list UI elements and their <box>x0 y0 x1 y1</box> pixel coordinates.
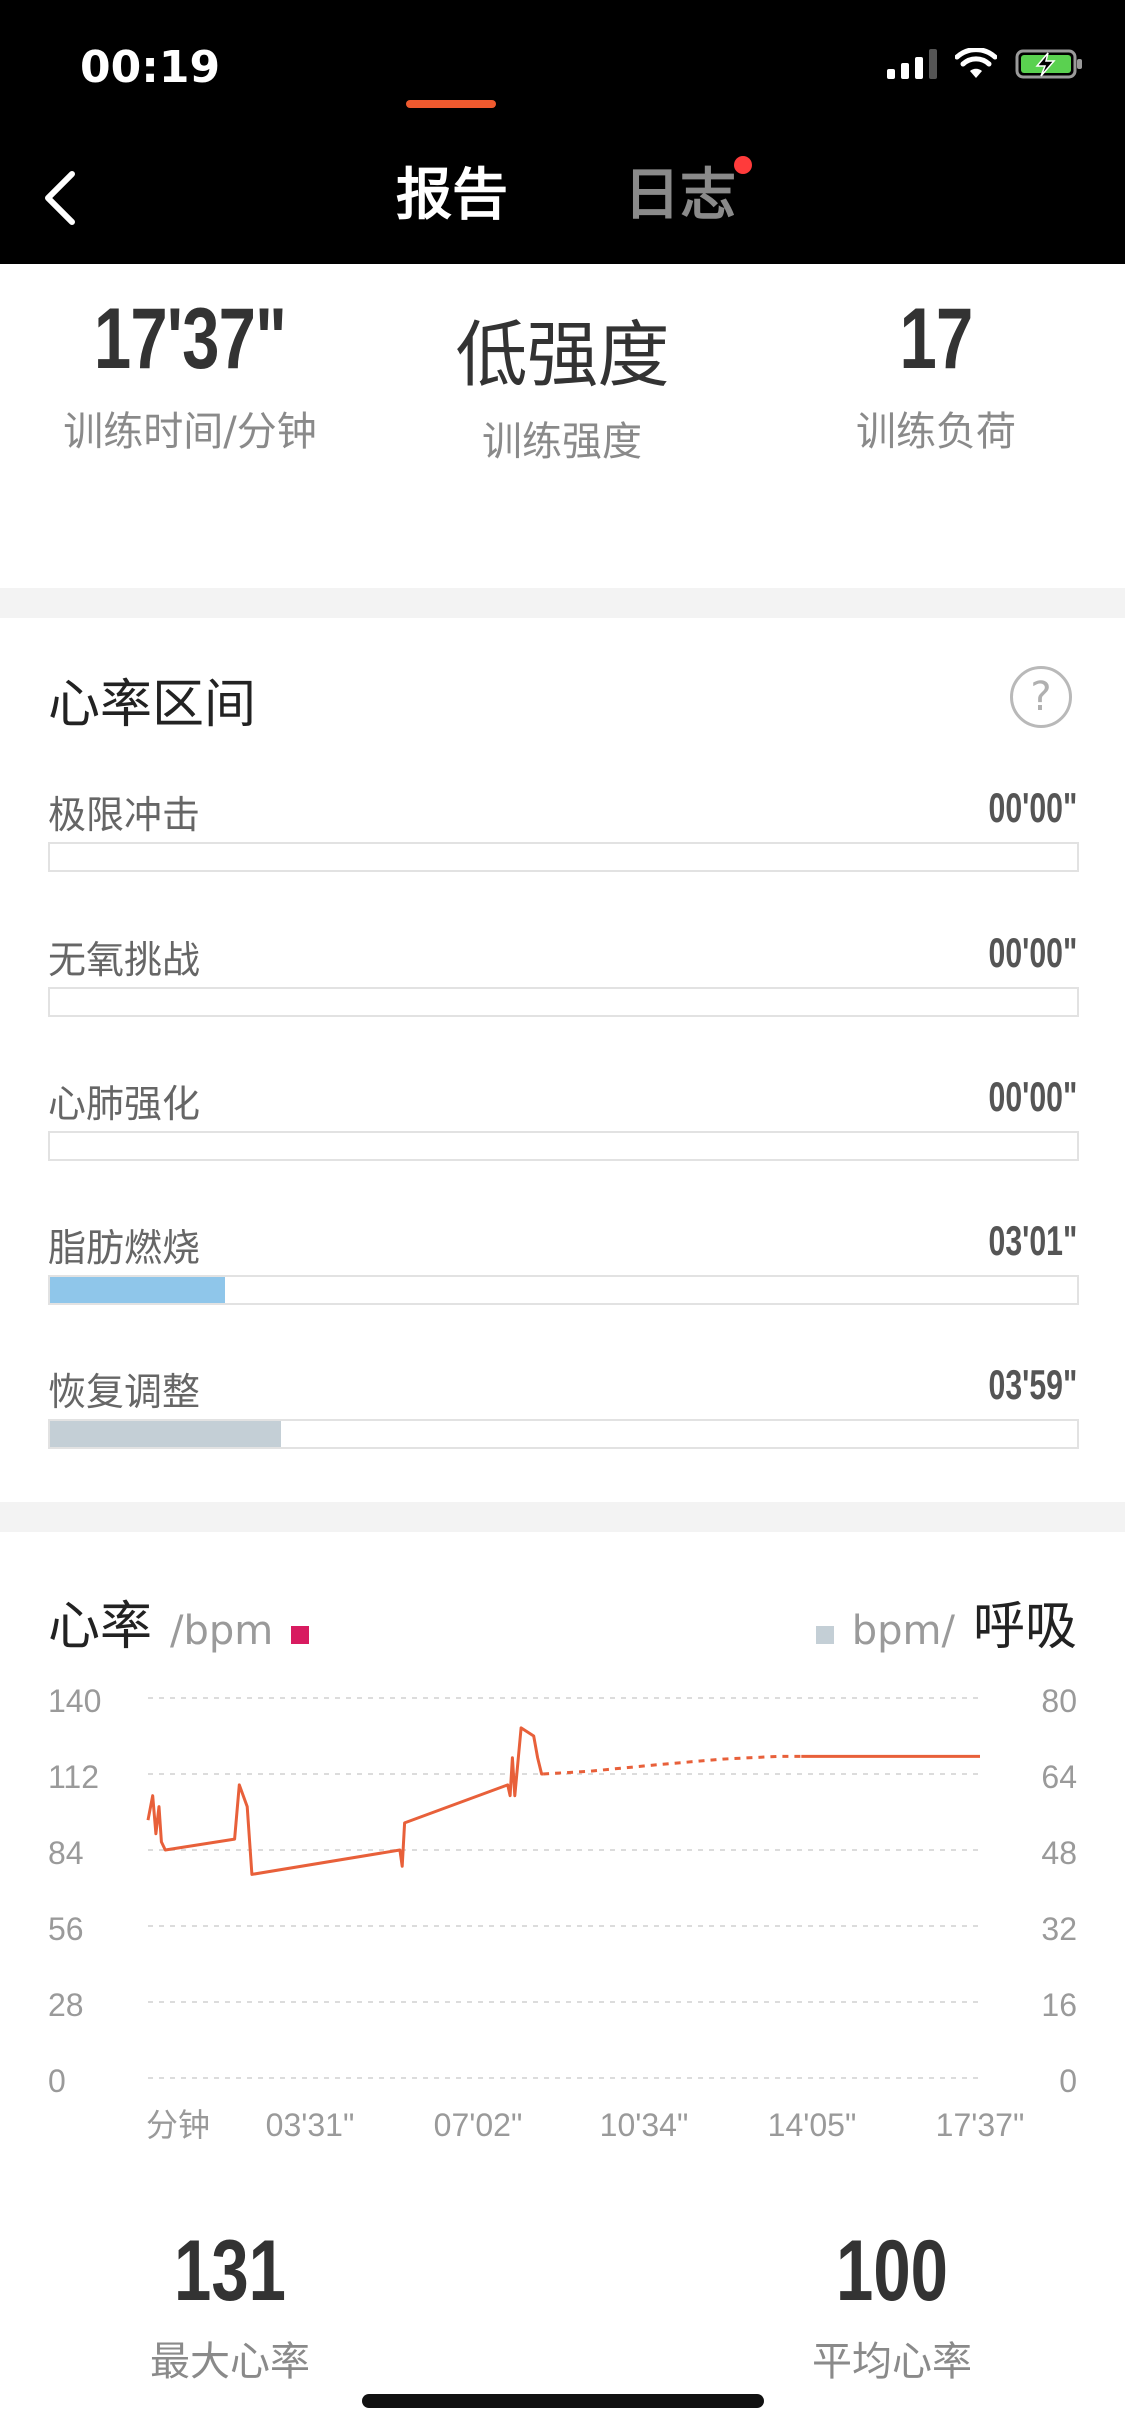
y-left-tick-label: 140 <box>48 1683 101 1719</box>
zone-bar-fill <box>50 1277 225 1303</box>
zone-bar-track <box>48 1275 1079 1305</box>
section-divider <box>0 588 1125 618</box>
zone-duration: 03'59" <box>988 1361 1077 1408</box>
chart-left-title: 心率 <box>48 1597 153 1657</box>
help-icon[interactable]: ? <box>1010 666 1072 728</box>
chart-left-unit: /bpm <box>170 1608 274 1654</box>
y-left-tick-label: 56 <box>48 1911 84 1947</box>
stat-intensity-value: 低强度 <box>455 316 669 396</box>
stat-avg-hr: 100 平均心率 <box>722 2222 1062 2387</box>
y-right-tick-label: 16 <box>1041 1987 1077 2023</box>
x-tick-label: 17'37" <box>936 2107 1025 2143</box>
legend-heart-rate-swatch <box>291 1626 310 1644</box>
chart-right-unit: bpm/ <box>851 1608 955 1654</box>
battery-charging-icon <box>1015 48 1085 80</box>
stat-load-value: 17 <box>899 291 973 387</box>
stat-max-hr-value: 131 <box>174 2223 286 2319</box>
tab-log[interactable]: 日志 <box>624 150 736 231</box>
zone-duration: 00'00" <box>988 929 1077 976</box>
stat-load: 17 训练负荷 <box>746 290 1125 457</box>
chart-right-legend: bpm/ 呼吸 <box>815 1584 1077 1659</box>
zone-duration: 00'00" <box>988 784 1077 831</box>
x-tick-label: 07'02" <box>434 2107 523 2143</box>
heart-rate-line <box>543 1754 802 1776</box>
cellular-signal-icon <box>887 49 937 79</box>
zone-bar-track <box>48 842 1079 872</box>
home-indicator[interactable] <box>362 2394 764 2408</box>
x-tick-label: 分钟 <box>146 2107 210 2143</box>
y-left-tick-label: 0 <box>48 2063 66 2099</box>
stat-intensity-label: 训练强度 <box>482 419 642 465</box>
stat-max-hr-label: 最大心率 <box>150 2339 310 2385</box>
legend-breathing-swatch <box>815 1626 834 1644</box>
y-left-tick-label: 112 <box>48 1759 99 1795</box>
zone-bar-track <box>48 987 1079 1017</box>
tab-bar: 报告 日志 <box>0 150 1125 250</box>
zone-name: 极限冲击 <box>48 793 201 837</box>
active-tab-indicator <box>406 100 496 108</box>
stat-duration-value: 17'37" <box>93 291 287 387</box>
stat-load-label: 训练负荷 <box>856 409 1016 455</box>
status-icons <box>887 48 1085 80</box>
y-right-tick-label: 80 <box>1041 1683 1077 1719</box>
stat-duration-label: 训练时间/分钟 <box>63 409 317 455</box>
heart-rate-line <box>146 1726 544 1876</box>
zone-bar-track <box>48 1419 1079 1449</box>
zone-duration: 03'01" <box>988 1217 1077 1264</box>
stat-intensity: 低强度 训练强度 <box>372 290 752 467</box>
notification-badge <box>734 156 752 174</box>
zones-title: 心率区间 <box>48 675 257 735</box>
section-divider <box>0 1502 1125 1532</box>
chart-right-title: 呼吸 <box>972 1597 1077 1657</box>
y-right-tick-label: 32 <box>1041 1911 1077 1947</box>
x-tick-label: 10'34" <box>600 2107 689 2143</box>
wifi-icon <box>955 48 997 80</box>
y-right-tick-label: 64 <box>1041 1759 1077 1795</box>
zone-name: 无氧挑战 <box>48 938 201 982</box>
stat-avg-hr-label: 平均心率 <box>812 2339 972 2385</box>
zone-name: 心肺强化 <box>48 1082 201 1126</box>
zone-duration: 00'00" <box>988 1073 1077 1120</box>
chart-left-legend: 心率 /bpm <box>48 1584 310 1659</box>
stat-avg-hr-value: 100 <box>836 2223 948 2319</box>
zone-bar-fill <box>50 1421 282 1447</box>
x-tick-label: 03'31" <box>266 2107 355 2143</box>
zone-bar-track <box>48 1131 1079 1161</box>
y-right-tick-label: 48 <box>1041 1835 1077 1871</box>
stat-duration: 17'37" 训练时间/分钟 <box>0 290 380 457</box>
y-right-tick-label: 0 <box>1059 2063 1077 2099</box>
x-tick-label: 14'05" <box>768 2107 857 2143</box>
y-left-tick-label: 28 <box>48 1987 84 2023</box>
heart-rate-chart: 0 0 28 16 56 32 84 48 112 64 140 80 分钟 03'31" 07'02" 10… <box>48 1683 1077 2143</box>
y-left-tick-label: 84 <box>48 1835 84 1871</box>
zone-name: 恢复调整 <box>48 1370 201 1414</box>
tab-report[interactable]: 报告 <box>396 150 508 231</box>
stat-max-hr: 131 最大心率 <box>60 2222 400 2387</box>
zone-name: 脂肪燃烧 <box>48 1226 201 1270</box>
status-time: 00:19 <box>80 42 221 93</box>
top-bar: 00:19 报告 日志 <box>0 0 1125 264</box>
